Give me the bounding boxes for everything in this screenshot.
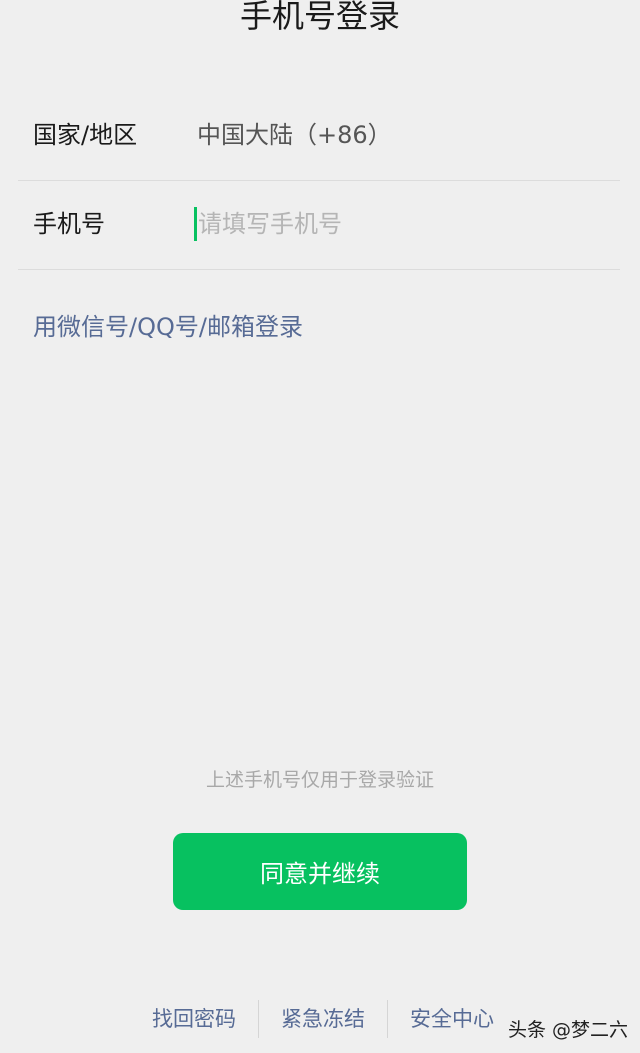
country-region-label: 国家/地区 <box>33 121 138 149</box>
watermark: 头条 @梦二六 <box>507 1019 628 1041</box>
agree-continue-button[interactable]: 同意并继续 <box>173 833 467 910</box>
text-cursor <box>194 207 197 241</box>
page-title: 手机号登录 <box>239 0 400 35</box>
footer-links: 找回密码 紧急冻结 安全中心 <box>130 1000 516 1038</box>
find-password-link[interactable]: 找回密码 <box>130 1000 258 1038</box>
emergency-freeze-link[interactable]: 紧急冻结 <box>259 1000 387 1038</box>
phone-label: 手机号 <box>33 210 105 238</box>
country-region-row[interactable]: 国家/地区 中国大陆（+86） <box>18 92 620 181</box>
alt-login-link[interactable]: 用微信号/QQ号/邮箱登录 <box>33 310 303 344</box>
phone-input-wrapper[interactable] <box>194 205 594 243</box>
login-notice: 上述手机号仅用于登录验证 <box>205 769 434 791</box>
phone-row: 手机号 <box>18 181 620 270</box>
country-region-value[interactable]: 中国大陆（+86） <box>197 119 392 151</box>
phone-input[interactable] <box>198 205 588 243</box>
security-center-link[interactable]: 安全中心 <box>388 1000 516 1038</box>
